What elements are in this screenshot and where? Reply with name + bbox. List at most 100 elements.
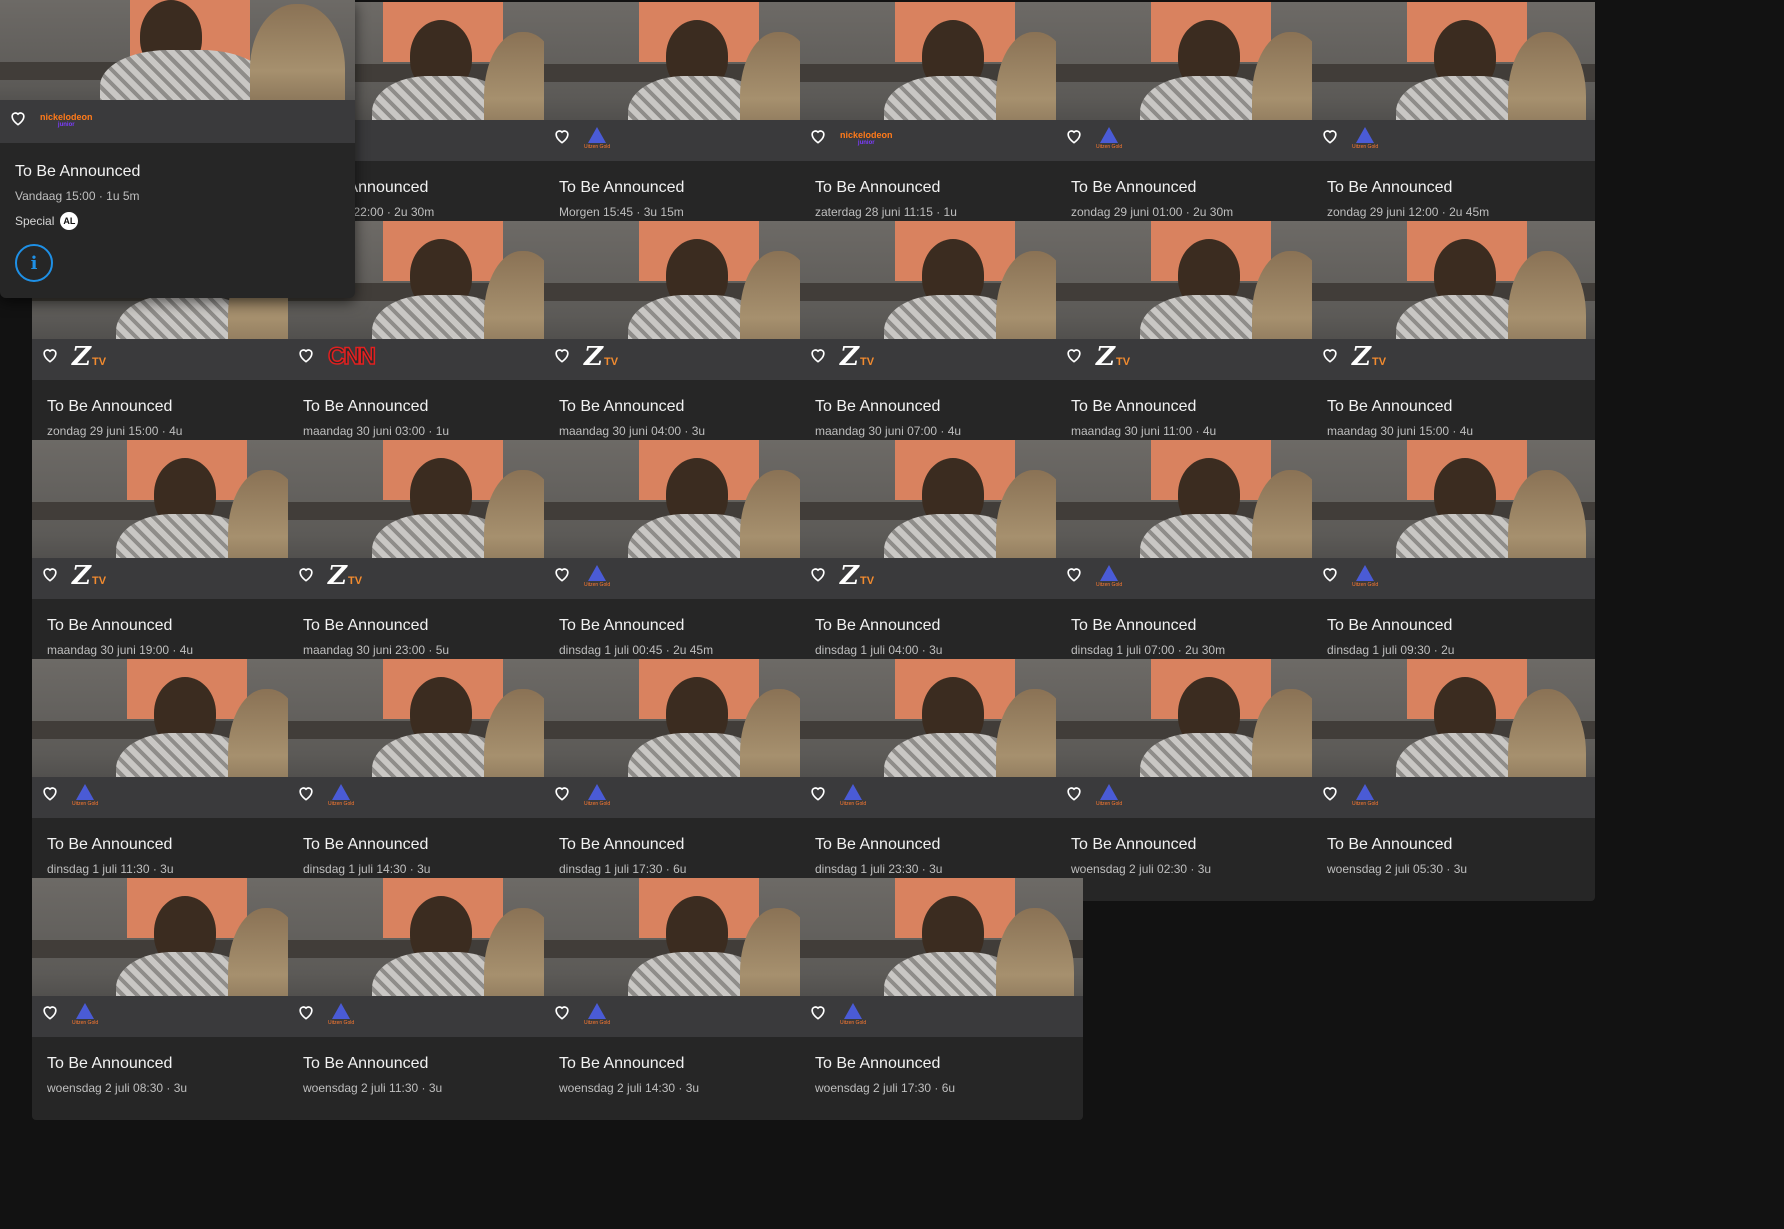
heart-icon[interactable] [1320, 783, 1342, 805]
channel-logo: Uitzen Gold [72, 779, 98, 811]
uitzend-gold-logo: Uitzen Gold [840, 783, 866, 807]
heart-icon[interactable] [1064, 345, 1086, 367]
program-title: To Be Announced [1327, 179, 1453, 196]
program-title: To Be Announced [815, 1055, 941, 1072]
heart-icon[interactable] [1064, 783, 1086, 805]
program-card[interactable]: Uitzen Gold To Be Announced dinsdag 1 juli… [1312, 440, 1595, 682]
channel-logo: Uitzen Gold [1352, 122, 1378, 154]
channel-logo: Uitzen Gold [584, 560, 610, 592]
program-card[interactable]: nickelodeon junior To Be Announced zaterdag… [800, 2, 1083, 244]
heart-icon[interactable] [1064, 564, 1086, 586]
program-card[interactable]: Uitzen Gold To Be Announced dinsdag 1 juli… [800, 659, 1083, 901]
cnn-logo: CNN [327, 342, 377, 371]
program-title: To Be Announced [303, 617, 429, 634]
heart-icon[interactable] [296, 345, 318, 367]
program-title: To Be Announced [559, 836, 685, 853]
program-meta: maandag 30 juni 15:00 · 4u [1327, 424, 1474, 438]
heart-icon[interactable] [1320, 345, 1342, 367]
program-card[interactable]: Uitzen Gold To Be Announced dinsdag 1 juli… [1056, 440, 1339, 682]
heart-icon[interactable] [552, 126, 574, 148]
program-meta: maandag 30 juni 19:00 · 4u [47, 643, 194, 657]
program-thumbnail: Uitzen Gold [544, 878, 827, 1037]
program-card[interactable]: ZTV To Be Announced dinsdag 1 juli 04:00 ·… [800, 440, 1083, 682]
program-thumbnail: Uitzen Gold [1056, 659, 1339, 818]
program-title: To Be Announced [1071, 836, 1197, 853]
heart-icon[interactable] [552, 783, 574, 805]
heart-icon[interactable] [296, 1002, 318, 1024]
channel-logo: Uitzen Gold [1352, 779, 1378, 811]
program-card[interactable]: ZTV To Be Announced maandag 30 juni 11:00 … [1056, 221, 1339, 463]
heart-icon[interactable] [296, 564, 318, 586]
program-card[interactable]: Uitzen Gold To Be Announced woensdag 2 jul… [32, 878, 315, 1120]
program-card[interactable]: Uitzen Gold To Be Announced woensdag 2 jul… [288, 878, 571, 1120]
program-meta: Vandaag 15:00 · 1u 5m [15, 189, 140, 203]
program-meta: Morgen 15:45 · 3u 15m [559, 205, 684, 219]
heart-icon[interactable] [1320, 564, 1342, 586]
program-card[interactable]: Uitzen Gold To Be Announced woensdag 2 jul… [544, 878, 827, 1120]
heart-icon[interactable] [40, 783, 62, 805]
program-title: To Be Announced [15, 163, 141, 180]
uitzend-gold-logo: Uitzen Gold [584, 564, 611, 588]
uitzend-gold-logo: Uitzen Gold [1352, 783, 1378, 807]
program-card[interactable]: Uitzen Gold To Be Announced woensdag 2 jul… [800, 878, 1083, 1120]
program-card[interactable]: Uitzen Gold To Be Announced zondag 29 juni… [1312, 2, 1595, 244]
uitzend-gold-triangle [588, 564, 607, 581]
nickelodeon-logo-text: nickelodeon [40, 112, 93, 122]
heart-icon[interactable] [808, 126, 830, 148]
program-card[interactable]: Uitzen Gold To Be Announced dinsdag 1 juli… [544, 440, 827, 682]
heart-icon[interactable] [40, 1002, 62, 1024]
uitzend-gold-logo: Uitzen Gold [1352, 564, 1379, 588]
expanded-program-card[interactable]: nickelodeon junior To Be Announced Vanda… [0, 0, 355, 298]
heart-icon[interactable] [1064, 126, 1086, 148]
uitzend-gold-text: Uitzen Gold [328, 1019, 355, 1026]
heart-icon[interactable] [552, 564, 574, 586]
program-title: To Be Announced [1071, 179, 1197, 196]
program-card[interactable]: Uitzen Gold To Be Announced woensdag 2 jul… [1056, 659, 1339, 901]
heart-icon[interactable] [808, 783, 830, 805]
uitzend-gold-text: Uitzen Gold [584, 581, 611, 588]
heart-icon[interactable] [8, 108, 30, 130]
program-thumbnail: Uitzen Gold [32, 659, 315, 818]
program-meta: dinsdag 1 juli 09:30 · 2u [1327, 643, 1455, 657]
program-card[interactable]: ZTV To Be Announced maandag 30 juni 04:00 … [544, 221, 827, 463]
program-title: To Be Announced [559, 617, 685, 634]
program-card[interactable]: Uitzen Gold To Be Announced dinsdag 1 juli… [288, 659, 571, 901]
ztv-logo: ZTV [1096, 342, 1130, 372]
heart-icon[interactable] [552, 345, 574, 367]
uitzend-gold-text: Uitzen Gold [1352, 143, 1379, 150]
program-thumbnail: Uitzen Gold [288, 659, 571, 818]
uitzend-gold-text: Uitzen Gold [584, 800, 611, 807]
ztv-logo-letter: Z [72, 342, 91, 372]
ztv-logo: ZTV [584, 342, 618, 372]
program-card[interactable]: ZTV To Be Announced maandag 30 juni 15:00 … [1312, 221, 1595, 463]
heart-icon[interactable] [808, 564, 830, 586]
genre-row: Special AL [15, 212, 79, 230]
program-card[interactable]: Uitzen Gold To Be Announced zondag 29 juni… [1056, 2, 1339, 244]
nickelodeon-logo-sub: junior [57, 122, 75, 128]
heart-icon[interactable] [1320, 126, 1342, 148]
program-thumbnail: Uitzen Gold [1056, 440, 1339, 599]
program-meta: zondag 29 juni 15:00 · 4u [47, 424, 183, 438]
program-meta: woensdag 2 juli 02:30 · 3u [1071, 862, 1212, 876]
heart-icon[interactable] [40, 564, 62, 586]
info-button[interactable]: i [15, 244, 53, 282]
program-card[interactable]: ZTV To Be Announced maandag 30 juni 23:00 … [288, 440, 571, 682]
heart-icon[interactable] [808, 345, 830, 367]
program-card[interactable]: Uitzen Gold To Be Announced dinsdag 1 juli… [32, 659, 315, 901]
heart-icon[interactable] [40, 345, 62, 367]
program-card[interactable]: Uitzen Gold To Be Announced dinsdag 1 juli… [544, 659, 827, 901]
heart-icon[interactable] [552, 1002, 574, 1024]
program-card[interactable]: ZTV To Be Announced maandag 30 juni 07:00 … [800, 221, 1083, 463]
channel-logo: Uitzen Gold [584, 998, 610, 1030]
heart-icon[interactable] [808, 1002, 830, 1024]
heart-icon[interactable] [296, 783, 318, 805]
program-meta: dinsdag 1 juli 07:00 · 2u 30m [1071, 643, 1226, 657]
uitzend-gold-text: Uitzen Gold [1352, 581, 1379, 588]
channel-logo: Uitzen Gold [328, 779, 354, 811]
program-genre: Special [15, 214, 55, 228]
program-thumbnail: Uitzen Gold [544, 659, 827, 818]
program-card[interactable]: Uitzen Gold To Be Announced woensdag 2 jul… [1312, 659, 1595, 901]
program-card[interactable]: ZTV To Be Announced maandag 30 juni 19:00 … [32, 440, 315, 682]
program-title: To Be Announced [815, 836, 941, 853]
program-card[interactable]: Uitzen Gold To Be Announced Morgen 15:45 ·… [544, 2, 827, 244]
